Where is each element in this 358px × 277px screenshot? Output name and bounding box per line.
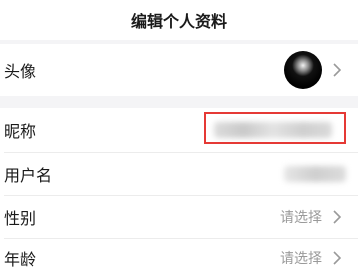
chevron-right-icon bbox=[330, 208, 344, 226]
age-placeholder: 请选择 bbox=[280, 251, 322, 267]
avatar[interactable] bbox=[284, 51, 322, 89]
gender-label: 性别 bbox=[4, 209, 37, 228]
gender-row[interactable]: 性别 请选择 bbox=[0, 196, 358, 238]
page-header: 编辑个人资料 bbox=[0, 0, 358, 40]
avatar-row[interactable]: 头像 bbox=[0, 44, 358, 96]
username-value-blurred bbox=[284, 166, 346, 182]
page-title: 编辑个人资料 bbox=[130, 12, 227, 31]
avatar-label: 头像 bbox=[4, 62, 37, 81]
nickname-label: 昵称 bbox=[4, 122, 37, 141]
chevron-right-icon bbox=[330, 61, 344, 79]
avatar-group: 头像 bbox=[0, 44, 358, 96]
age-label: 年龄 bbox=[4, 250, 37, 269]
chevron-right-icon bbox=[330, 249, 344, 267]
username-label: 用户名 bbox=[4, 166, 53, 185]
age-row[interactable]: 年龄 请选择 bbox=[0, 239, 358, 277]
gender-placeholder: 请选择 bbox=[280, 210, 322, 226]
username-row: 用户名 bbox=[0, 153, 358, 195]
nickname-highlight-box bbox=[204, 112, 346, 144]
